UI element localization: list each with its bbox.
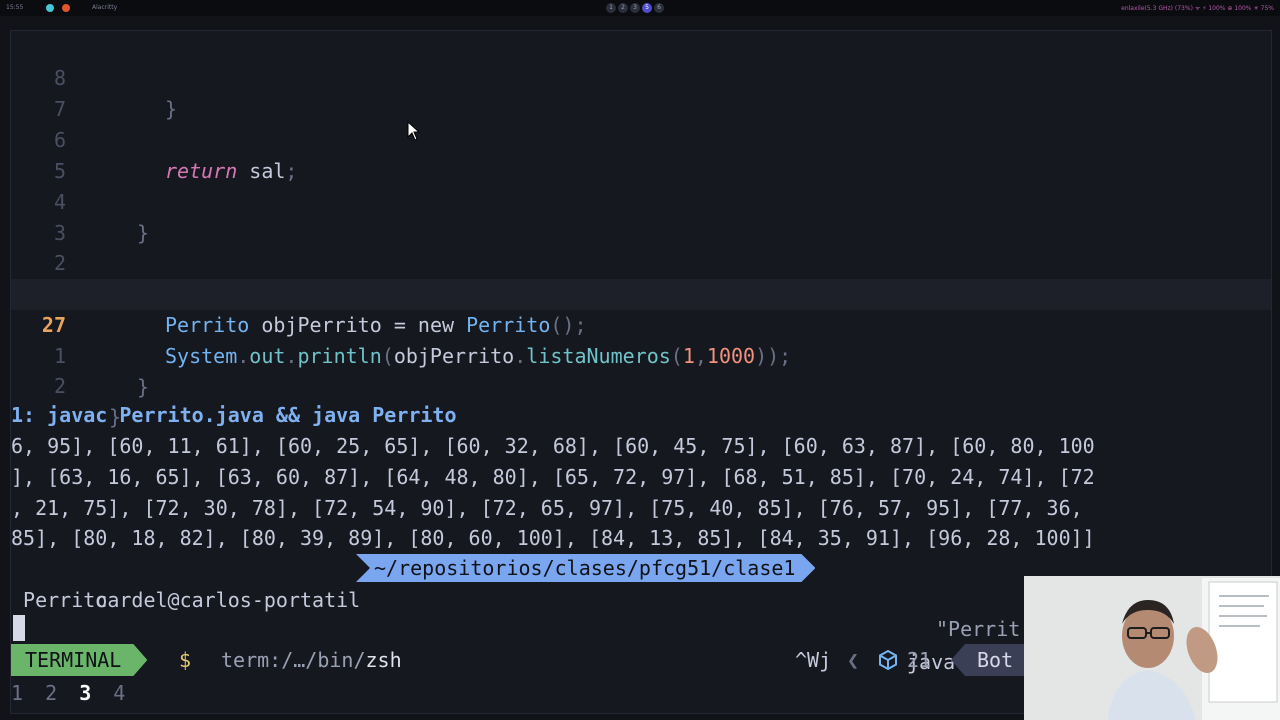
current-code-line: 27 System.out.println(objPerrito.listaNu… [11,279,1271,368]
code-line: 4 } [11,156,1271,245]
terminal-output-line: 85], [80, 18, 82], [80, 39, 89], [80, 60… [11,526,1095,550]
workspace-3[interactable]: 3 [630,3,640,13]
mode-indicator: TERMINAL [11,644,147,676]
tab-2[interactable]: 2 [45,681,57,705]
code-line: 2 } [11,340,1271,429]
tab-1[interactable]: 1 [11,681,23,705]
key-hint: ^Wj [795,648,832,672]
presenter-video-image [1024,576,1280,720]
cloud-icon [46,4,54,12]
prompt-path: ~/repositorios/clases/pfcg51/clase1 [356,554,815,582]
workspace-2[interactable]: 2 [618,3,628,13]
code-line: 8 } [11,32,1271,121]
terminal-cursor [13,615,25,641]
clock: 15:55 [6,4,24,11]
code-line: 5 [11,125,1271,183]
terminal-output-line: , 21, 75], [72, 30, 78], [72, 54, 90], [… [11,496,1083,520]
code-editor[interactable]: 8 } 7 6 return sal; 5 4 } 3 2 public sta… [11,31,1271,429]
code-line: 7 [11,63,1271,121]
terminal-tab-bar: 1 2 3 4 [11,677,135,709]
line-count: 21 [907,648,932,672]
terminal-buffer-name: term:/…/bin/zsh [221,644,402,676]
system-tray-status: enlaxile(5.3 GHz) (73%) ᯤ ⚡ 100% ⊕ 100% … [1121,5,1274,12]
workspace-5[interactable]: 5 [642,3,652,13]
code-line: 6 return sal; [11,94,1271,183]
webcam-overlay [1024,576,1280,720]
terminal-title: 1: javac Perrito.java && java Perrito [11,403,457,427]
tab-4[interactable]: 4 [113,681,125,705]
virtual-text-hint: "Perrit [936,617,1021,641]
top-status-bar: 15:55 Alacritty 1 2 3 5 6 enlaxile(5.3 G… [0,0,1280,16]
code-line: 3 [11,187,1271,245]
code-line: 1 Perrito objPerrito = new Perrito(); [11,248,1271,337]
code-line: 2 public static void main(String[] args)… [11,217,1271,306]
terminal-output-line: 6, 95], [60, 11, 61], [60, 25, 65], [60,… [11,434,1095,458]
terminal-shell: zsh [365,648,402,672]
cube-icon [879,649,897,671]
mouse-pointer-icon [407,121,421,141]
browser-icon[interactable] [62,4,70,12]
chevron-left-icon: ❮ [847,648,860,672]
terminal-output-line: ], [63, 16, 65], [63, 60, 87], [64, 48, … [11,465,1095,489]
dollar-icon: $ [179,648,192,672]
window-title: Alacritty [92,4,118,11]
workspace-1[interactable]: 1 [606,3,616,13]
code-line: 1 } [11,310,1271,399]
workspace-6[interactable]: 6 [654,3,664,13]
terminal-path: term:/…/bin/ [221,648,366,672]
tab-3[interactable]: 3 [79,681,91,705]
workspace-switcher: 1 2 3 5 6 [606,3,664,13]
